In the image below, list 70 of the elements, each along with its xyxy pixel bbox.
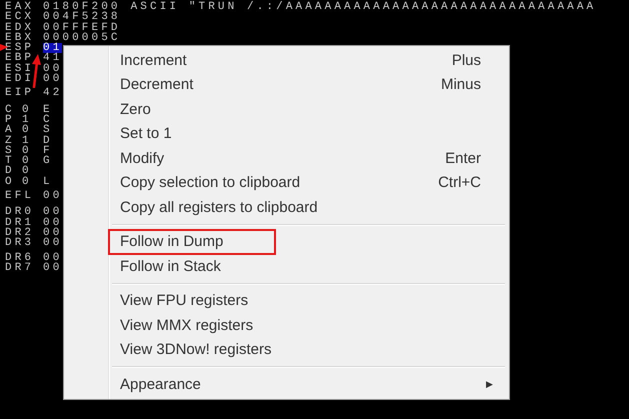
register-value[interactable]: 01 xyxy=(43,43,62,54)
register-value[interactable]: 41 xyxy=(43,53,62,64)
register-value[interactable]: 0 xyxy=(22,146,43,156)
register-name: DR7 xyxy=(5,262,36,274)
register-name: EAX xyxy=(5,2,36,12)
register-name: O xyxy=(5,176,16,188)
register-comment: S xyxy=(43,125,53,136)
register-value[interactable]: 0 xyxy=(22,104,43,115)
register-name: S xyxy=(5,146,16,156)
menu-item[interactable]: Set to 1 xyxy=(66,122,507,146)
register-value[interactable]: 00 xyxy=(43,218,62,228)
register-name: A xyxy=(5,125,16,136)
menu-item[interactable]: Zero xyxy=(66,97,507,122)
menu-item[interactable]: Copy all registers to clipboard xyxy=(66,195,507,220)
register-value[interactable]: 00 xyxy=(43,228,62,238)
register-value[interactable]: 0 xyxy=(22,176,43,188)
register-name: C xyxy=(5,104,16,115)
register-comment: G xyxy=(43,156,53,166)
register-value[interactable]: 00 xyxy=(43,191,62,202)
register-value[interactable]: 0 xyxy=(22,166,43,177)
menu-item[interactable]: Follow in Dump xyxy=(109,230,275,254)
menu-item[interactable]: Increment Plus xyxy=(66,48,507,72)
register-name: Z xyxy=(5,136,16,146)
register-value[interactable]: 00 xyxy=(43,238,62,249)
register-value[interactable]: 1 xyxy=(22,136,43,146)
menu-item[interactable]: Decrement Minus xyxy=(66,72,507,97)
register-value[interactable]: 00 xyxy=(43,262,62,274)
menu-item[interactable]: View MMX registers xyxy=(66,313,507,338)
menu-item[interactable]: Copy selection to clipboard Ctrl+C xyxy=(66,170,507,195)
register-value[interactable]: 42 xyxy=(43,88,62,99)
menu-item[interactable]: Appearance ▶ xyxy=(66,372,507,396)
register-name: EFL xyxy=(5,191,36,202)
menu-item[interactable]: View FPU registers xyxy=(66,288,507,313)
register-value[interactable]: 0 xyxy=(22,156,43,166)
register-value[interactable]: 0 xyxy=(22,125,43,136)
register-value[interactable]: 00 xyxy=(43,64,62,74)
menu-item[interactable]: Follow in Stack xyxy=(66,254,507,278)
register-name: DR3 xyxy=(5,238,36,249)
register-comment: ASCII "TRUN /.:/AAAAAAAAAAAAAAAAAAAAAAAAAAAAAAAA xyxy=(130,2,596,12)
register-name: D xyxy=(5,166,16,177)
register-comment: D xyxy=(43,136,53,146)
menu-item[interactable]: View 3DNow! registers xyxy=(66,338,507,362)
arrow-annotation xyxy=(31,54,41,88)
register-value[interactable]: 0000005C xyxy=(43,32,121,44)
register-name: P xyxy=(5,114,16,126)
register-value[interactable]: 00 xyxy=(43,74,62,84)
menu-item[interactable]: Modify Enter xyxy=(66,146,507,170)
register-comment: C xyxy=(43,114,53,126)
register-name: EDI xyxy=(5,74,36,84)
register-name: ECX xyxy=(5,12,36,23)
register-value[interactable]: 00 xyxy=(43,207,62,218)
register-name: T xyxy=(5,156,16,166)
register-name: ESP xyxy=(5,43,36,54)
register-value[interactable]: 00 xyxy=(43,252,62,263)
register-comment: E xyxy=(43,104,53,115)
register-name: EBX xyxy=(5,32,36,44)
register-name: EIP xyxy=(5,88,36,99)
register-name: DR2 xyxy=(5,228,36,238)
register-name: DR6 xyxy=(5,252,36,263)
register-value[interactable]: 00FFFEFD xyxy=(43,22,121,33)
register-name: DR0 xyxy=(5,207,36,218)
register-name: EDX xyxy=(5,22,36,33)
register-name: ESI xyxy=(5,64,36,74)
register-name: EBP xyxy=(5,53,36,64)
register-value[interactable]: 004F5238 xyxy=(43,12,121,23)
register-comment: F xyxy=(43,146,53,156)
register-value[interactable]: 0180F200 xyxy=(43,2,121,12)
register-value[interactable]: 1 xyxy=(22,114,43,126)
register-comment: L xyxy=(43,176,53,188)
register-name: DR1 xyxy=(5,218,36,228)
